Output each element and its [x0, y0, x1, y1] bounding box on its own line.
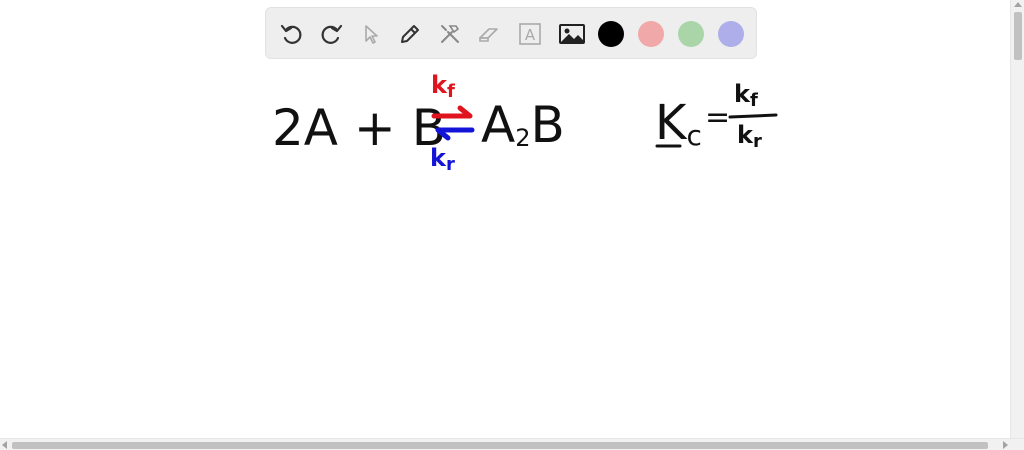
whiteboard-app: 2A + B kf kr A2B Kc = kf kr A	[0, 0, 1024, 450]
color-swatch-blue[interactable]	[718, 21, 744, 47]
tools-icon	[441, 25, 460, 43]
select-button[interactable]	[355, 18, 387, 50]
pen-icon	[401, 25, 419, 43]
scroll-up-arrow-icon[interactable]	[1014, 2, 1022, 7]
handwriting-layer: 2A + B kf kr A2B Kc = kf kr	[272, 71, 778, 175]
text-box-button[interactable]: A	[514, 18, 546, 50]
eraser-icon	[479, 28, 498, 42]
reverse-arrow	[435, 127, 475, 141]
vertical-scroll-thumb[interactable]	[1014, 12, 1022, 60]
reactants-text: 2A + B	[272, 99, 446, 157]
image-button[interactable]	[556, 18, 588, 50]
color-swatch-black[interactable]	[598, 21, 624, 47]
kc-denominator: kr	[737, 121, 762, 152]
vertical-scrollbar[interactable]	[1010, 0, 1024, 438]
tools-button[interactable]	[434, 18, 466, 50]
fraction-bar	[728, 113, 778, 119]
drawing-toolbar: A	[265, 7, 757, 59]
text-box-icon: A	[519, 23, 541, 45]
scroll-right-arrow-icon[interactable]	[1003, 441, 1008, 449]
image-icon	[559, 24, 585, 44]
select-pointer-icon	[365, 25, 378, 44]
kc-numerator: kf	[734, 80, 758, 111]
kc-symbol: Kc	[655, 95, 702, 152]
eraser-button[interactable]	[473, 18, 505, 50]
color-swatch-red[interactable]	[638, 21, 664, 47]
forward-rate-label: kf	[431, 71, 455, 102]
reverse-rate-label: kr	[430, 144, 455, 175]
horizontal-scroll-thumb[interactable]	[12, 442, 988, 449]
undo-icon	[280, 24, 302, 44]
drawing-canvas[interactable]: 2A + B kf kr A2B Kc = kf kr	[0, 0, 1010, 438]
redo-icon	[321, 24, 343, 44]
color-swatch-green[interactable]	[678, 21, 704, 47]
product-text: A2B	[481, 96, 565, 154]
text-box-glyph: A	[525, 26, 536, 44]
redo-button[interactable]	[315, 18, 347, 50]
pen-button[interactable]	[394, 18, 426, 50]
horizontal-scrollbar[interactable]	[0, 438, 1024, 450]
equals-sign: =	[705, 100, 730, 135]
undo-button[interactable]	[276, 18, 308, 50]
scroll-left-arrow-icon[interactable]	[2, 441, 7, 449]
